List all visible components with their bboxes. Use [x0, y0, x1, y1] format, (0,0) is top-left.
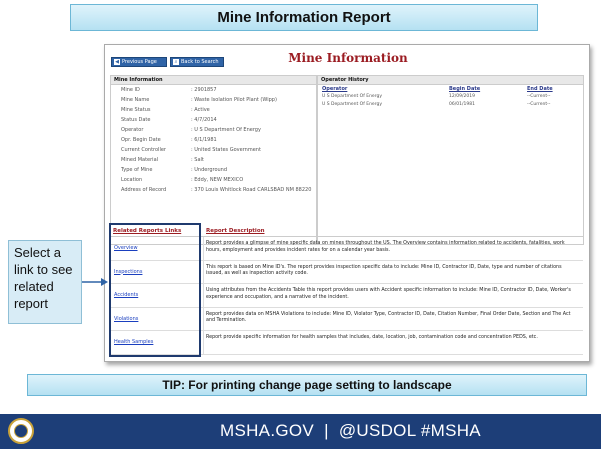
- table-row: U S Department Of Energy 06/01/1981 --Cu…: [318, 102, 583, 110]
- report-description-header: Report Description: [206, 228, 265, 234]
- info-value: : Waste Isolation Pilot Plant (Wipp): [191, 97, 277, 103]
- links-highlight-box: [109, 223, 201, 357]
- info-value: : Eddy, NEW MEXICO: [191, 177, 244, 183]
- info-row: Mined Material : Salt: [111, 157, 316, 167]
- info-label: Address of Record: [121, 187, 167, 193]
- info-value: : 4/7/2014: [191, 117, 217, 123]
- info-label: Type of Mine: [121, 167, 153, 173]
- info-label: Current Controller: [121, 147, 166, 153]
- previous-page-label: Previous Page: [122, 59, 157, 65]
- instruction-callout: Select a link to see related report: [8, 240, 82, 324]
- column-begin-date[interactable]: Begin Date: [449, 86, 480, 92]
- report-description: Using attributes from the Accidents Tabl…: [206, 288, 571, 300]
- info-label: Mine Status: [121, 107, 151, 113]
- footer-bar: MSHA.GOV | @USDOL #MSHA: [0, 414, 601, 449]
- column-operator[interactable]: Operator: [322, 86, 347, 92]
- info-row: Location : Eddy, NEW MEXICO: [111, 177, 316, 187]
- previous-page-button[interactable]: ◀ Previous Page: [111, 57, 167, 67]
- printing-tip-banner: TIP: For printing change page setting to…: [27, 374, 587, 396]
- info-row: Address of Record : 370 Louis Whitlock Ro…: [111, 187, 316, 197]
- info-row: Mine Status : Active: [111, 107, 316, 117]
- info-value: : 2901857: [191, 87, 217, 93]
- arrow-right-icon: [82, 278, 108, 286]
- info-value: : Active: [191, 107, 210, 113]
- info-row: Operator : U S Department Of Energy: [111, 127, 316, 137]
- report-description: Report provides a glimpse of mine specif…: [206, 241, 565, 253]
- slide-title: Mine Information Report: [70, 4, 538, 31]
- info-value: : U S Department Of Energy: [191, 127, 261, 133]
- info-label: Status Date: [121, 117, 151, 123]
- table-row: U S Department Of Energy 12/09/2019 --Cu…: [318, 94, 583, 102]
- info-value: : Salt: [191, 157, 204, 163]
- back-to-search-button[interactable]: ⌕ Back to Search: [170, 57, 224, 67]
- report-description: Report provide specific information for …: [206, 335, 538, 340]
- info-row: Mine Name : Waste Isolation Pilot Plant (…: [111, 97, 316, 107]
- mine-information-panel: Mine Information Mine ID : 2901857 Mine Na…: [110, 75, 317, 245]
- report-description: Report provides data on MSHA Violations …: [206, 311, 571, 324]
- report-screenshot: ◀ Previous Page ⌕ Back to Search Mine In…: [104, 44, 590, 362]
- info-value: : Underground: [191, 167, 228, 173]
- info-value: : 6/1/1981: [191, 137, 217, 143]
- info-row: Mine ID : 2901857: [111, 87, 316, 97]
- end-date-cell: --Current--: [527, 94, 551, 99]
- operator-history-panel: Operator History Operator Begin Date End…: [317, 75, 584, 245]
- mine-information-header: Mine Information: [111, 76, 316, 85]
- info-label: Mine ID: [121, 87, 140, 93]
- back-to-search-label: Back to Search: [181, 59, 219, 65]
- column-end-date[interactable]: End Date: [527, 86, 553, 92]
- page-title: Mine Information: [288, 51, 408, 65]
- mine-information-rows: Mine ID : 2901857 Mine Name : Waste Isolati…: [111, 85, 316, 197]
- operator-history-header: Operator History: [318, 76, 583, 85]
- info-label: Mined Material: [121, 157, 159, 163]
- begin-date-cell: 12/09/2019: [449, 94, 475, 99]
- info-row: Current Controller : United States Govern…: [111, 147, 316, 157]
- end-date-cell: --Current--: [527, 102, 551, 107]
- info-label: Opr. Begin Date: [121, 137, 161, 143]
- info-label: Mine Name: [121, 97, 150, 103]
- report-description: This report is based on Mine ID's. The r…: [206, 264, 562, 277]
- begin-date-cell: 06/01/1981: [449, 102, 475, 107]
- info-value: : United States Government: [191, 147, 261, 153]
- operator-cell: U S Department Of Energy: [322, 94, 382, 99]
- arrow-left-icon: ◀: [114, 58, 120, 65]
- operator-cell: U S Department Of Energy: [322, 102, 382, 107]
- info-value: : 370 Louis Whitlock Road CARLSBAD NM 88…: [191, 187, 312, 193]
- operator-history-columns: Operator Begin Date End Date: [318, 86, 583, 94]
- info-row: Status Date : 4/7/2014: [111, 117, 316, 127]
- dol-seal-icon: [8, 418, 34, 444]
- info-row: Type of Mine : Underground: [111, 167, 316, 177]
- footer-text: MSHA.GOV | @USDOL #MSHA: [220, 421, 481, 440]
- info-row: Opr. Begin Date : 6/1/1981: [111, 137, 316, 147]
- info-label: Location: [121, 177, 143, 183]
- info-label: Operator: [121, 127, 144, 133]
- search-icon: ⌕: [173, 58, 179, 65]
